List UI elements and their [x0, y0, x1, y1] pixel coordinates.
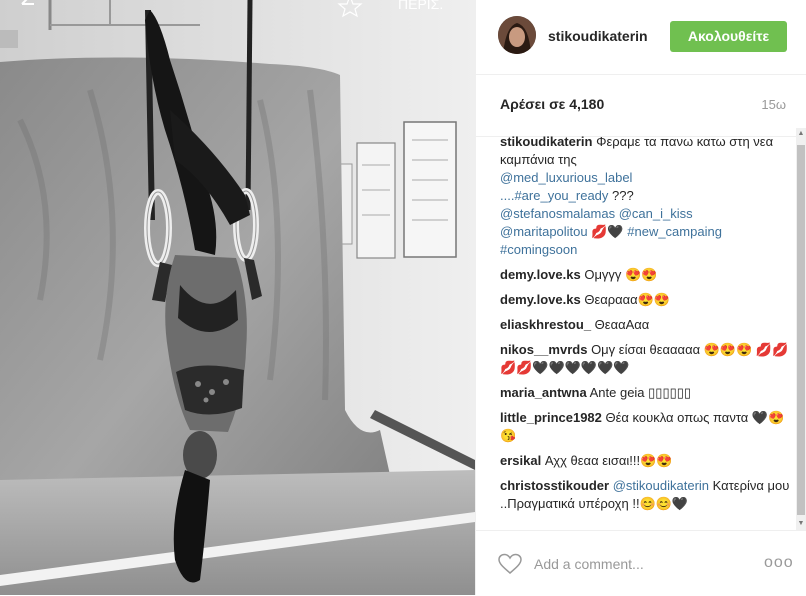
caption-mention[interactable]: @stefanosmalamas: [500, 206, 615, 221]
username-link[interactable]: stikoudikaterin: [548, 28, 648, 44]
comments-list: stikoudikaterin Φεραμε τα πανω κατω στη …: [500, 136, 790, 530]
likes-row: Αρέσει σε 4,180 15ω: [476, 74, 806, 137]
caption-username[interactable]: stikoudikaterin: [500, 136, 592, 149]
follow-button[interactable]: Ακολουθείτε: [670, 21, 787, 52]
comment-username[interactable]: nikos__mvrds: [500, 342, 587, 357]
avatar[interactable]: [498, 16, 536, 54]
comment-text: Αχχ θεαα εισαι!!!😍😍: [544, 453, 673, 468]
comment-username[interactable]: demy.love.ks: [500, 267, 581, 282]
comment-text: Ομγγγ 😍😍: [584, 267, 658, 282]
comment-username[interactable]: ersikal: [500, 453, 541, 468]
likes-count[interactable]: Αρέσει σε 4,180: [500, 96, 604, 112]
comment-username[interactable]: maria_antwna: [500, 385, 587, 400]
caption-hashtag[interactable]: #comingsoon: [500, 242, 577, 257]
scroll-up-arrow-icon[interactable]: ▲: [796, 128, 806, 140]
scroll-down-arrow-icon[interactable]: ▼: [796, 518, 806, 530]
post-header: stikoudikaterin Ακολουθείτε: [476, 0, 806, 75]
photo-illustration: ΠΕΡΙΣ.: [0, 0, 475, 595]
comment-mention[interactable]: @stikoudikaterin: [613, 478, 709, 493]
list-item: christosstikouder @stikoudikaterin Κατερ…: [500, 477, 790, 513]
scrollbar-thumb[interactable]: [797, 145, 805, 515]
post-sidebar: stikoudikaterin Ακολουθείτε Αρέσει σε 4,…: [475, 0, 806, 595]
list-item: eliaskhrestou_ ΘεααΑαα: [500, 316, 790, 334]
comment-text: ΘεααΑαα: [594, 317, 650, 332]
caption-dots: ....: [500, 188, 515, 203]
list-item: maria_antwna Ante geia ▯▯▯▯▯▯: [500, 384, 790, 402]
post-photo[interactable]: ΠΕΡΙΣ.: [0, 0, 475, 595]
photo-overlay-text: ΠΕΡΙΣ.: [398, 0, 443, 12]
comment-text: Θεαρααα😍😍: [584, 292, 671, 307]
comment-username[interactable]: demy.love.ks: [500, 292, 581, 307]
caption-emoji: 💋🖤: [591, 224, 624, 239]
list-item: nikos__mvrds Ομγ είσαι θεααααα 😍😍😍 💋💋💋💋🖤…: [500, 341, 790, 377]
caption-mention[interactable]: @maritapolitou: [500, 224, 588, 239]
caption-text: ???: [608, 188, 634, 203]
add-comment-input[interactable]: Add a comment...: [534, 556, 644, 572]
heart-icon[interactable]: [498, 553, 522, 575]
list-item: ersikal Αχχ θεαα εισαι!!!😍😍: [500, 452, 790, 470]
list-item: demy.love.ks Θεαρααα😍😍: [500, 291, 790, 309]
comment-username[interactable]: little_prince1982: [500, 410, 602, 425]
comment-text: Ante geia ▯▯▯▯▯▯: [589, 385, 692, 400]
post-time[interactable]: 15ω: [761, 97, 786, 112]
more-options-icon[interactable]: ooo: [764, 554, 794, 572]
caption-hashtag[interactable]: #are_you_ready: [514, 188, 608, 203]
caption-mention[interactable]: @can_i_kiss: [619, 206, 693, 221]
list-item: demy.love.ks Ομγγγ 😍😍: [500, 266, 790, 284]
list-item: little_prince1982 Θέα κουκλα οπως παντα …: [500, 409, 790, 445]
caption: stikoudikaterin Φεραμε τα πανω κατω στη …: [500, 136, 790, 259]
caption-hashtag[interactable]: #new_campaing: [627, 224, 722, 239]
comments-scrollbar[interactable]: ▲ ▼: [796, 128, 806, 530]
post-footer: Add a comment... ooo: [476, 530, 806, 596]
comment-username[interactable]: christosstikouder: [500, 478, 609, 493]
comment-username[interactable]: eliaskhrestou_: [500, 317, 591, 332]
caption-mention[interactable]: @med_luxurious_label: [500, 170, 632, 185]
